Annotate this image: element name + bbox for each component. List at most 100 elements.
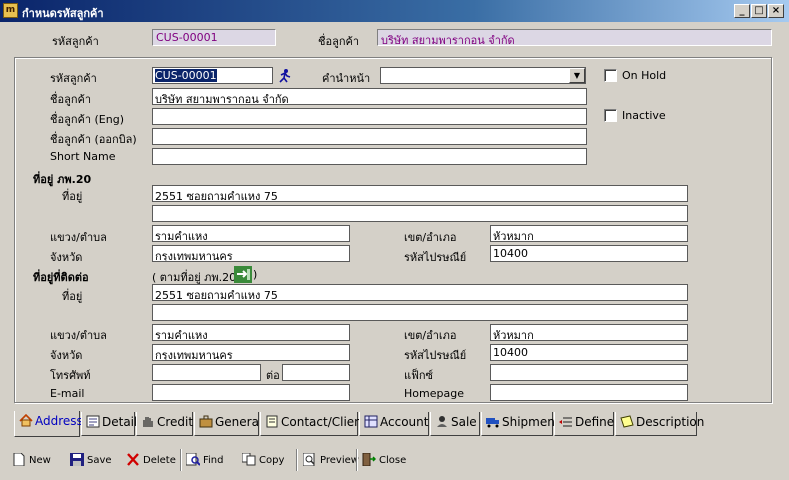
contact-address-title: ที่อยู่ที่ติดต่อ: [33, 271, 89, 284]
tab-general[interactable]: General: [194, 412, 262, 436]
tab-credit[interactable]: Credit: [136, 412, 193, 436]
header-code-label: รหัสลูกค้า: [52, 35, 99, 48]
tab-define[interactable]: Define: [554, 412, 614, 436]
contact-district-label: เขต/อำเภอ: [404, 329, 457, 342]
contact-address-line1[interactable]: 2551 ซอยถามคำแหง 75: [152, 284, 688, 301]
home-icon: [19, 413, 33, 427]
ledger-icon: [364, 415, 378, 428]
inactive-checkbox[interactable]: [604, 109, 617, 122]
short-name-input[interactable]: [152, 148, 587, 165]
fax-label: แฟ็กซ์: [404, 369, 434, 382]
tax-district-label: เขต/อำเภอ: [404, 231, 457, 244]
inactive-label: Inactive: [622, 109, 666, 122]
tax-subdistrict-label: แขวง/ตำบล: [50, 231, 107, 244]
chevron-down-icon[interactable]: ▼: [569, 68, 585, 83]
find-icon: [185, 452, 201, 466]
truck-icon: [486, 415, 500, 428]
tax-province-label: จังหวัด: [50, 251, 83, 264]
new-document-icon: [12, 452, 26, 467]
homepage-input[interactable]: [490, 384, 688, 401]
floppy-disk-icon: [70, 453, 84, 466]
phone-label: โทรศัพท์: [50, 369, 91, 382]
prefix-select[interactable]: [380, 67, 586, 84]
toolbar-separator: [356, 449, 358, 471]
tab-account[interactable]: Account: [359, 412, 429, 436]
contact-address-label: ที่อยู่: [62, 290, 83, 303]
name-input[interactable]: บริษัท สยามพารากอน จำกัด: [152, 88, 587, 105]
contact-address-line2[interactable]: [152, 304, 688, 321]
tax-postcode-input[interactable]: 10400: [490, 245, 688, 262]
name-eng-label: ชื่อลูกค้า (Eng): [50, 113, 124, 126]
preview-icon: [302, 452, 317, 467]
tab-description[interactable]: Description: [615, 412, 704, 436]
find-button[interactable]: Find: [185, 450, 224, 470]
copy-button[interactable]: Copy: [241, 450, 284, 470]
note-icon: [620, 415, 634, 428]
name-eng-input[interactable]: [152, 108, 587, 125]
tab-contact-client[interactable]: Contact/Client: [260, 412, 366, 436]
name-label: ชื่อลูกค้า: [50, 93, 92, 106]
delete-x-icon: [126, 453, 140, 466]
code-input[interactable]: CUS-00001: [152, 67, 273, 84]
short-name-label: Short Name: [50, 150, 116, 163]
fax-input[interactable]: [490, 364, 688, 381]
toolbar-separator: [180, 449, 182, 471]
tax-district-input[interactable]: หัวหมาก: [490, 225, 688, 242]
list-edit-icon: [559, 415, 573, 428]
tab-detail[interactable]: Detail: [81, 412, 137, 436]
ext-input[interactable]: [282, 364, 350, 381]
contact-postcode-input[interactable]: 10400: [490, 344, 688, 361]
tax-address-title: ที่อยู่ ภพ.20: [33, 173, 92, 186]
email-input[interactable]: [152, 384, 350, 401]
phone-input[interactable]: [152, 364, 261, 381]
header-name-value: บริษัท สยามพารากอน จำกัด: [377, 29, 772, 46]
document-icon: [86, 415, 100, 428]
tab-address[interactable]: Address: [14, 411, 83, 437]
title-bar[interactable]: m กำหนดรหัสลูกค้า _ □ ×: [0, 0, 789, 22]
briefcase-icon: [199, 415, 213, 428]
contact-province-label: จังหวัด: [50, 349, 83, 362]
running-man-lookup-icon[interactable]: [275, 67, 293, 84]
contact-subdistrict-input[interactable]: รามคำแหง: [152, 324, 350, 341]
onhold-checkbox[interactable]: [604, 69, 617, 82]
email-label: E-mail: [50, 387, 85, 400]
exit-door-icon: [362, 452, 377, 467]
prefix-label: คำนำหน้า: [322, 72, 371, 85]
tax-address-line1[interactable]: 2551 ซอยถามคำแหง 75: [152, 185, 688, 202]
phone-book-icon: [265, 415, 279, 428]
window-title: กำหนดรหัสลูกค้า: [22, 7, 104, 20]
copy-icon: [241, 452, 256, 466]
copy-address-icon[interactable]: [234, 266, 252, 283]
header-name-label: ชื่อลูกค้า: [318, 35, 360, 48]
app-icon: m: [3, 3, 18, 18]
tax-subdistrict-input[interactable]: รามคำแหง: [152, 225, 350, 242]
contact-district-input[interactable]: หัวหมาก: [490, 324, 688, 341]
hand-icon: [141, 415, 155, 428]
tab-sale[interactable]: Sale: [430, 412, 480, 436]
tax-postcode-label: รหัสไปรษณีย์: [404, 251, 467, 264]
toolbar-separator: [296, 449, 298, 471]
close-window-button[interactable]: ×: [768, 4, 784, 18]
minimize-button[interactable]: _: [734, 4, 750, 18]
contact-province-input[interactable]: กรุงเทพมหานคร: [152, 344, 350, 361]
tax-province-input[interactable]: กรุงเทพมหานคร: [152, 245, 350, 262]
close-button[interactable]: Close: [362, 450, 406, 470]
name-bill-input[interactable]: [152, 128, 587, 145]
header-code-value: CUS-00001: [152, 29, 276, 46]
new-button[interactable]: New: [12, 450, 51, 470]
tax-address-line2[interactable]: [152, 205, 688, 222]
delete-button[interactable]: Delete: [126, 450, 176, 470]
tab-shipment[interactable]: Shipment: [481, 412, 560, 436]
onhold-label: On Hold: [622, 69, 667, 82]
ext-label: ต่อ: [266, 369, 280, 382]
tax-address-label: ที่อยู่: [62, 190, 83, 203]
save-button[interactable]: Save: [70, 450, 112, 470]
salesperson-icon: [435, 415, 449, 428]
maximize-button[interactable]: □: [751, 4, 767, 18]
contact-subdistrict-label: แขวง/ตำบล: [50, 329, 107, 342]
preview-button[interactable]: Preview: [302, 450, 359, 470]
code-label: รหัสลูกค้า: [50, 72, 97, 85]
name-bill-label: ชื่อลูกค้า (ออกบิล): [50, 133, 137, 146]
contact-postcode-label: รหัสไปรษณีย์: [404, 349, 467, 362]
homepage-label: Homepage: [404, 387, 464, 400]
